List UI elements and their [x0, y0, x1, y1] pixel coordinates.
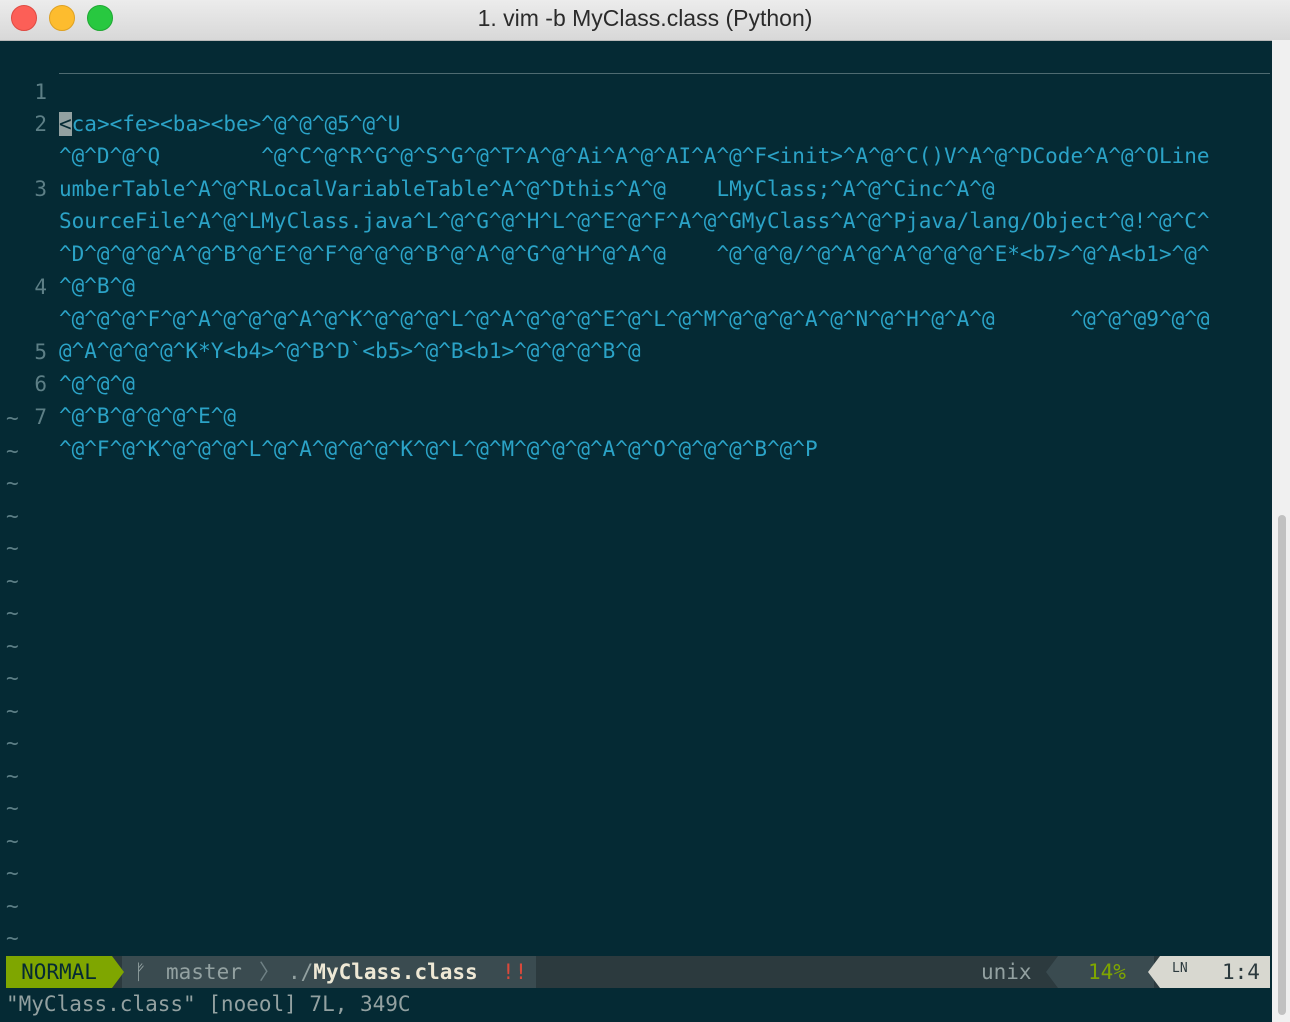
mode-indicator: NORMAL	[6, 956, 112, 988]
empty-line-marker: ~	[6, 894, 19, 918]
editor-line: 1 <ca><fe><ba><be>^@^@^@5^@^U	[0, 44, 1270, 136]
editor-line-wrap: ^@^B^@	[0, 206, 1270, 298]
empty-line-marker: ~	[6, 796, 19, 820]
empty-line-marker: ~	[6, 601, 19, 625]
percent-separator-arrow	[1046, 956, 1058, 988]
empty-line-marker: ~	[6, 731, 19, 755]
scroll-percent: 14%	[1088, 960, 1126, 984]
file-separator-arrow	[536, 956, 548, 988]
mode-separator-arrow	[112, 956, 124, 988]
empty-line-marker: ~	[6, 699, 19, 723]
file-name: MyClass.class	[313, 960, 478, 984]
command-line-message: "MyClass.class" [noeol] 7L, 349C	[6, 992, 411, 1016]
git-branch: master	[166, 960, 242, 984]
modified-flag: !!	[502, 960, 528, 984]
editor-line: 3 SourceFile^A^@^LMyClass.java^L^@^G^@^H…	[0, 141, 1270, 233]
cursor-position: 1:4	[1222, 960, 1260, 984]
window-title: 1. vim -b MyClass.class (Python)	[477, 5, 813, 31]
empty-line-marker: ~	[6, 666, 19, 690]
line-number-icon: LN	[1172, 961, 1188, 976]
empty-line-marker: ~	[6, 926, 19, 950]
empty-line-marker: ~	[6, 764, 19, 788]
editor-line-wrap: @^A^@^@^@^K*Y<b4>^@^B^D`<b5>^@^B<b1>^@^@…	[0, 271, 1270, 363]
scrollbar-thumb[interactable]	[1278, 515, 1286, 1015]
editor-line: 6 ^@^B^@^@^@^E^@	[0, 336, 1270, 428]
editor-line-wrap: umberTable^A^@^RLocalVariableTable^A^@^D…	[0, 109, 1270, 201]
empty-line-marker: ~	[6, 471, 19, 495]
window-titlebar: 1. vim -b MyClass.class (Python)	[0, 0, 1290, 41]
editor-line-wrap: ^D^@^@^@^A^@^B^@^E^@^F^@^@^@^B^@^A^@^G^@…	[0, 174, 1270, 266]
editor-area[interactable]: 1 <ca><fe><ba><be>^@^@^@5^@^U 2 ^@^D^@^Q…	[0, 44, 1270, 956]
empty-line-marker: ~	[6, 569, 19, 593]
empty-line-marker: ~	[6, 634, 19, 658]
editor-line: 5 ^@^@^@	[0, 304, 1270, 396]
empty-line-marker: ~	[6, 861, 19, 885]
status-line: NORMAL ᚠ master 〉 ./MyClass.class !! uni…	[6, 956, 1270, 988]
editor-line: 4 ^@^@^@^F^@^A^@^@^@^A^@^K^@^@^@^L^@^A^@…	[0, 239, 1270, 331]
empty-line-marker: ~	[6, 536, 19, 560]
cursorline-underline	[59, 73, 1270, 74]
editor-line: 7 ^@^F^@^K^@^@^@^L^@^A^@^@^@^K^@^L^@^M^@…	[0, 369, 1270, 461]
editor-line: 2 ^@^D^@^Q ^@^C^@^R^G^@^S^G^@^T^A^@^Ai^A…	[0, 76, 1270, 168]
file-path: ./MyClass.class	[288, 960, 478, 984]
git-branch-icon: ᚠ	[134, 960, 147, 984]
file-format: unix	[981, 960, 1032, 984]
empty-line-marker: ~	[6, 829, 19, 853]
empty-line-marker: ~	[6, 439, 19, 463]
empty-line-marker: ~	[6, 406, 19, 430]
chevron-right-icon: 〉	[259, 960, 280, 984]
position-separator-arrow	[1148, 956, 1160, 988]
empty-line-marker: ~	[6, 504, 19, 528]
